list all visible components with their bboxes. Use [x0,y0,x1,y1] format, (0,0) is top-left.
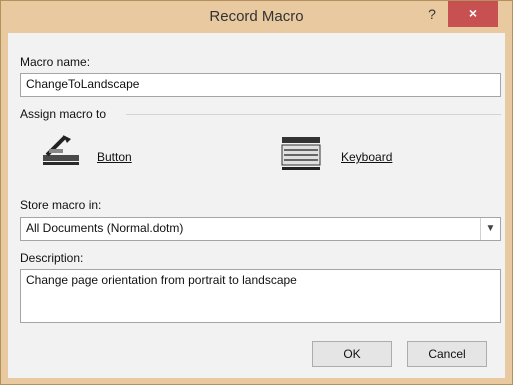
cancel-button[interactable]: Cancel [407,341,487,367]
group-divider [126,114,501,115]
macro-name-label: Macro name: [20,55,91,69]
close-button[interactable]: × [448,1,498,27]
description-textarea[interactable]: Change page orientation from portrait to… [20,269,501,323]
help-button[interactable]: ? [421,4,443,26]
record-macro-dialog: Record Macro ? × Macro name: ChangeToLan… [0,0,513,385]
store-macro-label: Store macro in: [20,198,102,212]
description-label: Description: [20,251,84,265]
keyboard-assign-label[interactable]: Keyboard [341,150,392,164]
toolbar-button-icon[interactable] [41,131,81,171]
assign-macro-label: Assign macro to [20,107,107,121]
dialog-body: Macro name: ChangeToLandscape Assign mac… [8,33,505,378]
button-assign-label[interactable]: Button [97,150,132,164]
macro-name-input[interactable]: ChangeToLandscape [20,73,501,97]
ok-button[interactable]: OK [312,341,392,367]
store-macro-select[interactable]: All Documents (Normal.dotm) ▼ [20,217,501,241]
store-macro-value: All Documents (Normal.dotm) [26,221,184,235]
title-bar[interactable]: Record Macro ? × [1,1,512,33]
chevron-down-icon[interactable]: ▼ [480,218,500,240]
keyboard-icon[interactable] [280,133,322,173]
